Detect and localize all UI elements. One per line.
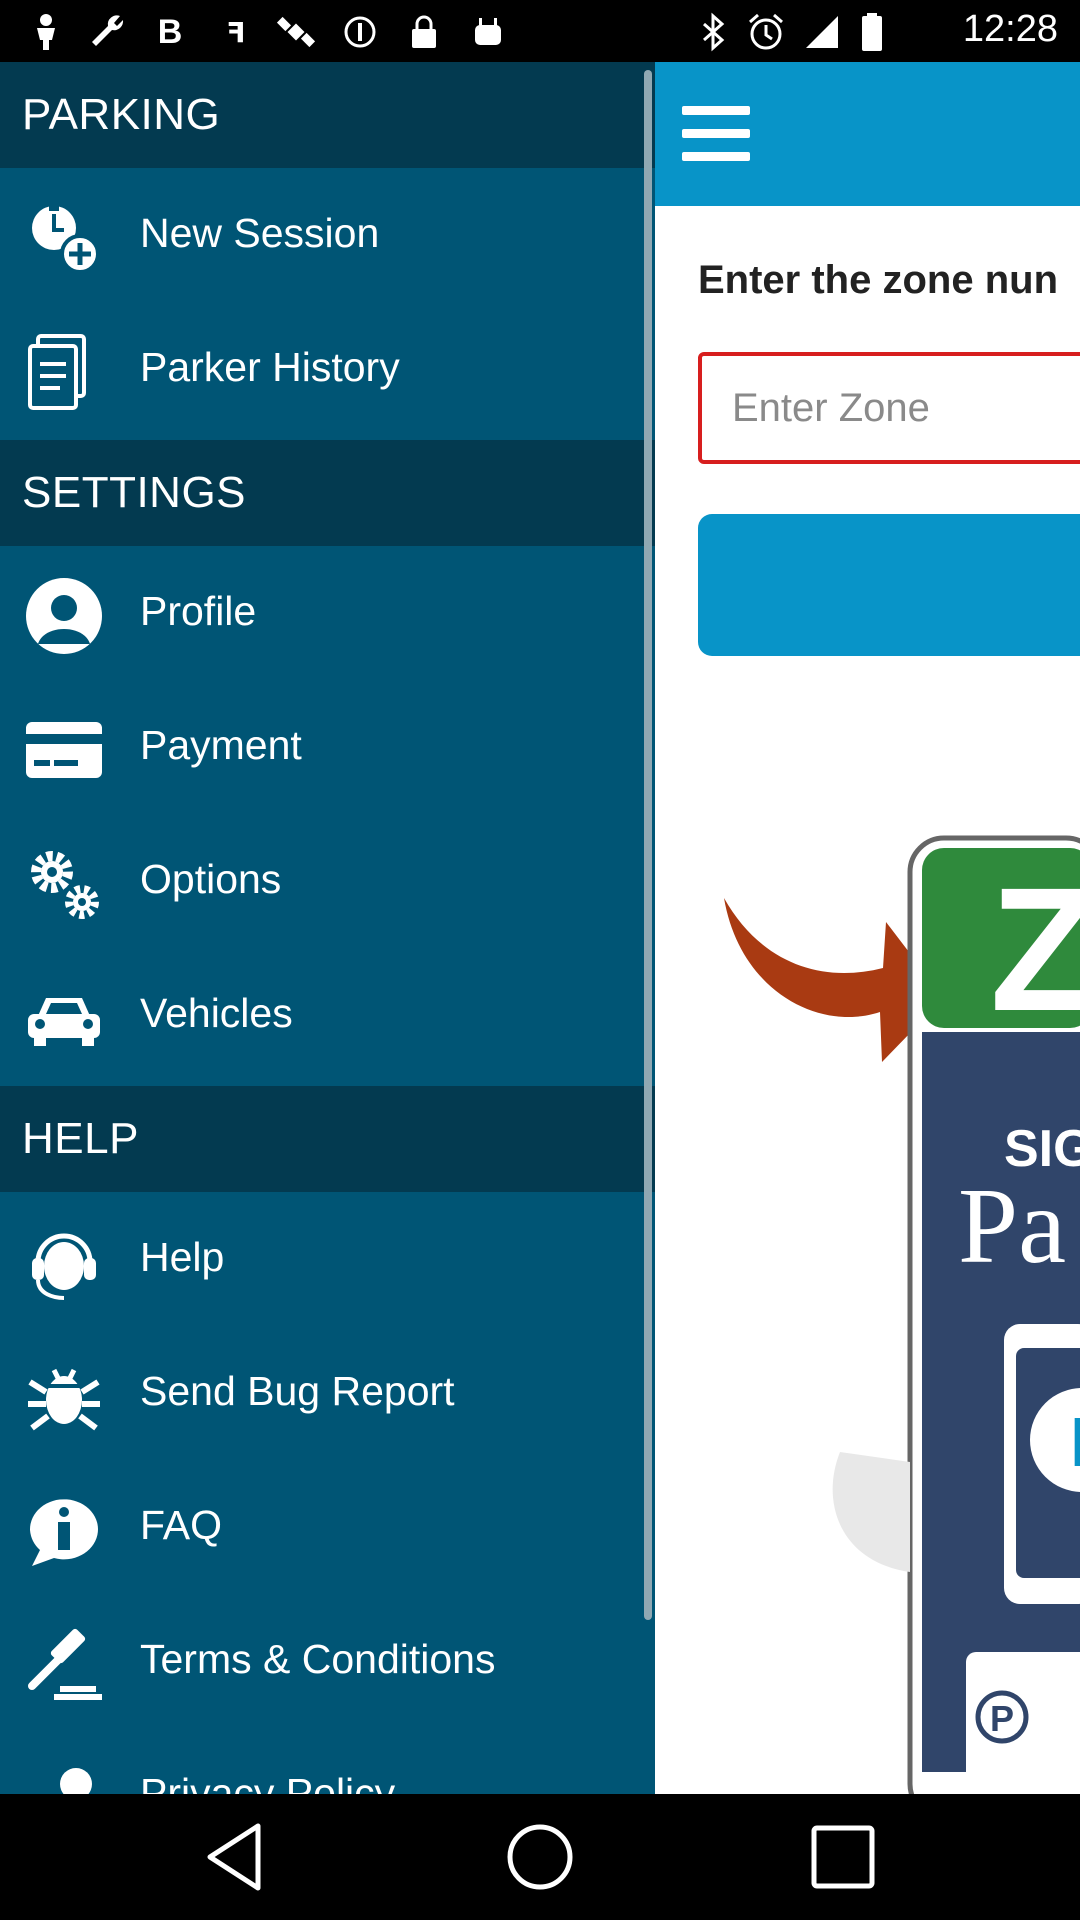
sign-post: ZO SIG Pa P P (907, 835, 1080, 1794)
history-icon (28, 334, 86, 410)
section-header-parking: PARKING (0, 62, 655, 168)
alarm-icon (746, 12, 786, 52)
drawer-item-terms-conditions[interactable]: Terms & Conditions (0, 1594, 655, 1728)
drawer-item-send-bug-report[interactable]: Send Bug Report (0, 1326, 655, 1460)
s-arrow-icon: ꟻ (226, 16, 246, 48)
battery-icon (852, 12, 892, 52)
drawer-item-help[interactable]: Help (0, 1192, 655, 1326)
clock: 12:28 (962, 8, 1058, 50)
profile-icon (26, 578, 102, 654)
bold-b-icon: B (157, 12, 183, 51)
drawer-scrollbar[interactable] (644, 70, 652, 1620)
wrench-icon (86, 12, 126, 52)
drawer-item-label: FAQ (140, 1502, 223, 1548)
drawer-item-parker-history[interactable]: Parker History (0, 302, 655, 436)
zone-input[interactable] (698, 352, 1080, 464)
drawer-item-label: Payment (140, 722, 302, 768)
lock-icon (404, 12, 444, 52)
drawer-item-vehicles[interactable]: Vehicles (0, 948, 655, 1082)
drawer-item-label: Vehicles (140, 990, 293, 1036)
alert-circle-icon (340, 12, 380, 52)
new-session-icon (32, 206, 100, 274)
drawer-item-label: New Session (140, 210, 380, 256)
recents-icon[interactable] (798, 1812, 888, 1902)
drawer-item-faq[interactable]: FAQ (0, 1460, 655, 1594)
drawer-item-label: Terms & Conditions (140, 1636, 496, 1682)
back-icon[interactable] (192, 1812, 282, 1902)
drawer-item-label: Help (140, 1234, 225, 1280)
drawer-item-profile[interactable]: Profile (0, 546, 655, 680)
bluetooth-icon (694, 12, 734, 52)
drawer-item-label: Profile (140, 588, 257, 634)
gavel-icon (28, 1628, 102, 1700)
drawer-item-options[interactable]: Options (0, 814, 655, 948)
drawer-item-label: Privacy Policy (140, 1770, 396, 1794)
signal-icon (802, 12, 842, 52)
drawer-item-privacy-policy[interactable]: Privacy Policy (0, 1728, 655, 1794)
android-icon (468, 12, 508, 52)
section-title: PARKING (22, 90, 221, 139)
section-title: HELP (22, 1114, 139, 1163)
credit-card-icon (26, 722, 102, 778)
car-icon (28, 998, 100, 1046)
privacy-icon (60, 1768, 92, 1794)
zone-prompt: Enter the zone nun (698, 258, 1058, 302)
sign-p-badge: P (990, 1698, 1014, 1739)
section-header-help: HELP (0, 1086, 655, 1192)
drawer-item-payment[interactable]: Payment (0, 680, 655, 814)
drawer-item-new-session[interactable]: New Session (0, 168, 655, 302)
drawer-item-label: Options (140, 856, 282, 902)
zone-sign-illustration: ZO SIG Pa P P (724, 835, 1080, 1794)
headset-icon (32, 1233, 96, 1300)
status-bar: B ꟻ 12:28 (0, 0, 1080, 62)
continue-button[interactable] (698, 514, 1080, 656)
section-header-settings: SETTINGS (0, 440, 655, 546)
bug-icon (28, 1368, 100, 1431)
gears-icon (31, 851, 99, 919)
menu-icon[interactable] (682, 106, 750, 162)
drawer-item-label: Send Bug Report (140, 1368, 455, 1414)
svg-text:P: P (1070, 1403, 1080, 1481)
home-icon[interactable] (495, 1812, 585, 1902)
drawer-item-label: Parker History (140, 344, 400, 390)
sign-brand-text: Pa (958, 1167, 1066, 1286)
sign-zone-text: ZO (990, 852, 1080, 1048)
info-bubble-icon (29, 1499, 98, 1566)
system-nav-bar (0, 1794, 1080, 1920)
person-icon (26, 12, 66, 52)
section-title: SETTINGS (22, 468, 247, 517)
navigation-drawer: PARKING New Session Parker History SETTI… (0, 62, 655, 1794)
fake-gps-icon (276, 12, 316, 52)
